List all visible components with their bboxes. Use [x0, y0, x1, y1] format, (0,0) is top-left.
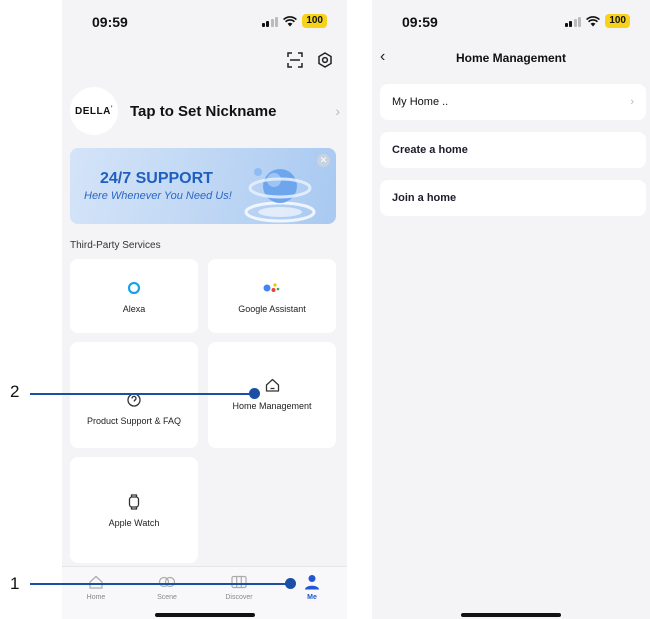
discover-tab-icon — [231, 575, 247, 589]
page-title: Home Management — [455, 51, 567, 65]
callout-line-2 — [30, 393, 254, 395]
signal-icon — [261, 16, 279, 27]
close-icon[interactable]: ✕ — [317, 154, 330, 167]
home-list-item[interactable]: My Home .. › — [380, 84, 646, 120]
home-management-screen: 09:59 100 ‹ Home Management My Home .. ›… — [372, 0, 650, 619]
home-indicator — [154, 613, 255, 617]
service-card-google-assistant[interactable]: Google Assistant — [208, 259, 336, 333]
callout-dot-1 — [285, 578, 296, 589]
nav-bar: ‹ Home Management — [372, 46, 650, 72]
status-time: 09:59 — [402, 14, 438, 30]
scan-icon[interactable] — [287, 52, 303, 68]
banner-title: 24/7 SUPPORT — [100, 170, 213, 187]
battery-indicator: 100 — [302, 14, 327, 28]
status-bar: 09:59 100 — [62, 0, 347, 44]
profile-row[interactable]: DELLA’ Tap to Set Nickname › — [70, 87, 340, 135]
create-home-button[interactable]: Create a home — [380, 132, 646, 168]
help-icon — [127, 393, 141, 407]
nickname-label: Tap to Set Nickname — [130, 102, 277, 120]
house-icon — [265, 378, 279, 392]
callout-number-2: 2 — [10, 382, 20, 401]
support-illustration-icon — [244, 168, 316, 223]
wifi-icon — [283, 15, 298, 26]
join-home-button[interactable]: Join a home — [380, 180, 646, 216]
callout-dot-2 — [249, 388, 260, 399]
scene-tab-icon — [158, 576, 176, 588]
service-card-alexa[interactable]: Alexa — [70, 259, 198, 333]
signal-icon — [564, 16, 582, 27]
service-card-product-support[interactable]: Product Support & FAQ — [70, 342, 198, 448]
alexa-icon — [127, 281, 141, 295]
status-time: 09:59 — [92, 14, 128, 30]
status-bar: 09:59 100 — [372, 0, 650, 44]
watch-icon — [128, 494, 140, 510]
service-card-home-management[interactable]: Home Management — [208, 342, 336, 448]
callout-line-1 — [30, 583, 290, 585]
chevron-right-icon: › — [335, 103, 340, 119]
banner-subtitle: Here Whenever You Need Us! — [84, 190, 232, 202]
chevron-right-icon: › — [630, 96, 634, 108]
battery-indicator: 100 — [605, 14, 630, 28]
settings-icon[interactable] — [317, 52, 333, 68]
google-assistant-icon — [263, 283, 280, 292]
me-screen: 09:59 100 DELLA’ Tap to Set Nickname › 2… — [62, 0, 347, 619]
person-icon — [305, 575, 319, 590]
wifi-icon — [586, 15, 601, 26]
home-indicator — [461, 613, 561, 617]
home-tab-icon — [89, 575, 103, 589]
callout-number-1: 1 — [10, 574, 20, 593]
service-card-apple-watch[interactable]: Apple Watch — [70, 457, 198, 563]
tab-home[interactable]: Home — [66, 573, 126, 601]
support-banner[interactable]: 24/7 SUPPORT Here Whenever You Need Us! … — [70, 148, 336, 224]
brand-logo: DELLA’ — [70, 87, 118, 135]
section-heading: Third-Party Services — [70, 240, 161, 251]
bottom-tab-bar: Home Scene Discover Me — [62, 566, 347, 619]
tab-discover[interactable]: Discover — [209, 573, 269, 601]
tab-scene[interactable]: Scene — [137, 573, 197, 601]
